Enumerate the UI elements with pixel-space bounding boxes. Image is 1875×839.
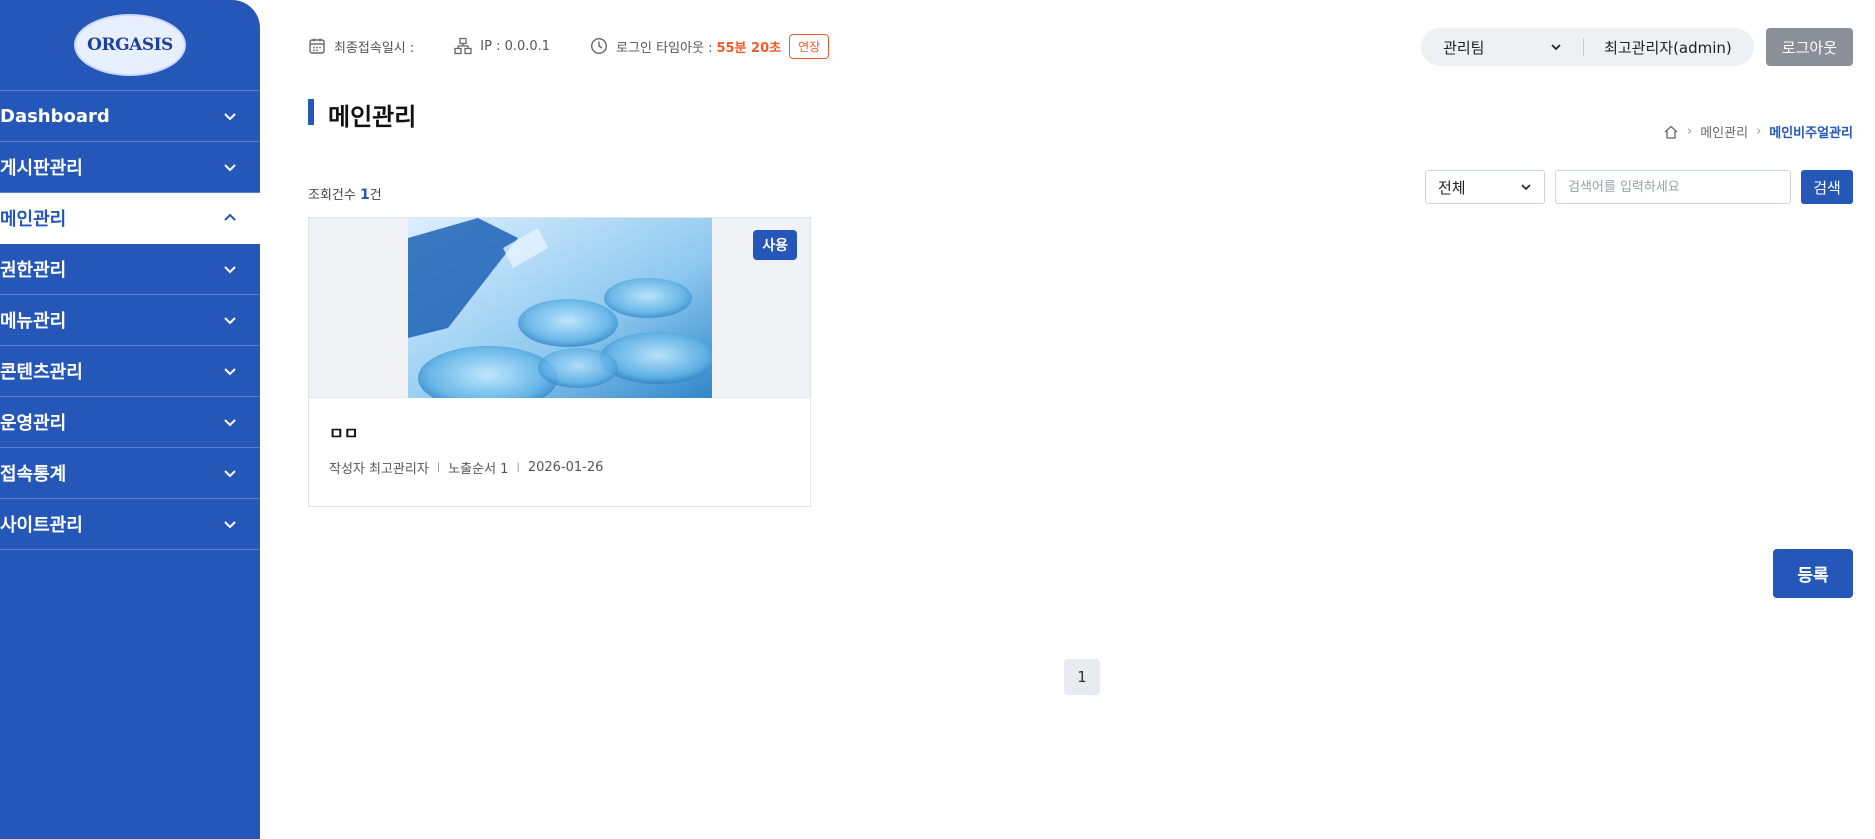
timeout-label: 로그인 타임아웃 :: [616, 40, 713, 56]
sidebar-item-site[interactable]: 사이트관리: [0, 499, 260, 550]
last-login-info: 최종접속일시 :: [308, 37, 414, 56]
team-user-box: 관리팀 최고관리자(admin): [1421, 28, 1754, 66]
chevron-down-icon: [224, 317, 236, 325]
chevron-down-icon: [224, 266, 236, 274]
breadcrumb: › 메인관리 › 메인비주얼관리: [1663, 122, 1853, 141]
card-title: ㅁㅁ: [329, 424, 359, 443]
card-image-area: 사용: [309, 218, 810, 398]
status-badge: 사용: [753, 230, 797, 260]
sidebar-item-board[interactable]: 게시판관리: [0, 142, 260, 193]
sidebar-item-content[interactable]: 콘텐츠관리: [0, 346, 260, 397]
sidebar-item-label: 권한관리: [0, 260, 67, 281]
chevron-down-icon: [224, 470, 236, 478]
sidebar-item-main[interactable]: 메인관리: [0, 193, 260, 244]
chevron-down-icon: [224, 521, 236, 529]
pagination: 1: [1064, 659, 1100, 695]
breadcrumb-item[interactable]: 메인관리: [1700, 122, 1748, 141]
sidebar-item-operation[interactable]: 운영관리: [0, 397, 260, 448]
chevron-down-icon: [224, 113, 236, 121]
logo-text: ORGASIS: [87, 35, 173, 55]
user-area: 관리팀 최고관리자(admin) 로그아웃: [1421, 28, 1853, 66]
home-icon[interactable]: [1663, 124, 1679, 140]
chevron-up-icon: [224, 213, 236, 221]
clock-icon: [591, 37, 608, 55]
search-button[interactable]: 검색: [1801, 170, 1853, 204]
sidebar-item-label: 메인관리: [0, 209, 67, 230]
count-value: 1: [359, 187, 370, 203]
team-select[interactable]: 관리팀: [1443, 37, 1563, 58]
chevron-down-icon: [224, 419, 236, 427]
sidebar-item-permission[interactable]: 권한관리: [0, 244, 260, 295]
card-meta: 작성자 최고관리자 | 노출순서 1 | 2026-01-26: [309, 458, 810, 477]
card-thumbnail-image: [407, 218, 712, 398]
divider: |: [436, 462, 441, 473]
filter-select-value: 전체: [1438, 178, 1466, 197]
visual-card[interactable]: 사용 ㅁㅁ 작성자 최고관리자 | 노출순서 1 | 2026-01-26: [308, 217, 811, 507]
top-bar: 최종접속일시 : IP : 0.0.0.1 로그인 타임아웃 : 55분 20초…: [308, 28, 1853, 66]
team-select-value: 관리팀: [1443, 38, 1485, 57]
sidebar-item-label: 사이트관리: [0, 515, 83, 536]
card-date: 2026-01-26: [527, 460, 604, 475]
sidebar-item-label: 접속통계: [0, 464, 67, 485]
timeout-info: 로그인 타임아웃 : 55분 20초 연장: [590, 33, 830, 59]
chevron-down-icon: [1521, 184, 1531, 191]
extend-session-button[interactable]: 연장: [789, 33, 830, 59]
page-title: 메인관리: [308, 97, 416, 132]
chevron-down-icon: [224, 368, 236, 376]
sidebar-nav: Dashboard 게시판관리 메인관리 권한관리 메뉴관리 콘텐츠관리 운영관…: [0, 90, 260, 550]
chevron-right-icon: ›: [1756, 124, 1762, 139]
card-order: 노출순서 1: [448, 462, 509, 477]
chevron-down-icon: [224, 164, 236, 172]
page-number[interactable]: 1: [1064, 659, 1100, 695]
filter-select[interactable]: 전체: [1425, 170, 1545, 204]
calendar-icon: [309, 38, 325, 54]
network-icon: [454, 37, 472, 55]
divider: |: [516, 462, 520, 473]
logout-button[interactable]: 로그아웃: [1765, 28, 1853, 66]
chevron-right-icon: ›: [1687, 124, 1693, 139]
sidebar-item-label: 콘텐츠관리: [0, 362, 83, 383]
divider: [1583, 38, 1585, 56]
last-login-label: 최종접속일시 :: [334, 40, 415, 56]
ip-label: IP : 0.0.0.1: [480, 38, 551, 54]
logo[interactable]: ORGASIS: [0, 0, 260, 90]
breadcrumb-current: 메인비주얼관리: [1769, 126, 1853, 141]
sidebar-item-statistics[interactable]: 접속통계: [0, 448, 260, 499]
sidebar-item-menu[interactable]: 메뉴관리: [0, 295, 260, 346]
user-name: 최고관리자(admin): [1604, 38, 1732, 57]
sidebar-item-label: 운영관리: [0, 413, 67, 434]
ip-info: IP : 0.0.0.1: [454, 37, 550, 55]
sidebar-item-label: Dashboard: [0, 105, 110, 127]
sidebar-item-dashboard[interactable]: Dashboard: [0, 91, 260, 142]
sidebar-item-label: 게시판관리: [0, 158, 83, 179]
register-button[interactable]: 등록: [1773, 549, 1853, 598]
search-input[interactable]: [1555, 170, 1791, 204]
search-bar: 전체 검색: [1425, 170, 1853, 204]
sidebar-item-label: 메뉴관리: [0, 311, 67, 332]
timeout-value: 55분 20초: [716, 40, 782, 56]
count-label: 조회건수: [308, 188, 356, 203]
chevron-down-icon: [1551, 44, 1561, 51]
result-count: 조회건수 1건: [308, 184, 382, 203]
count-unit: 건: [369, 188, 382, 203]
card-author: 작성자 최고관리자: [329, 462, 429, 477]
sidebar: ORGASIS Dashboard 게시판관리 메인관리 권한관리 메뉴관리 콘…: [0, 0, 260, 839]
